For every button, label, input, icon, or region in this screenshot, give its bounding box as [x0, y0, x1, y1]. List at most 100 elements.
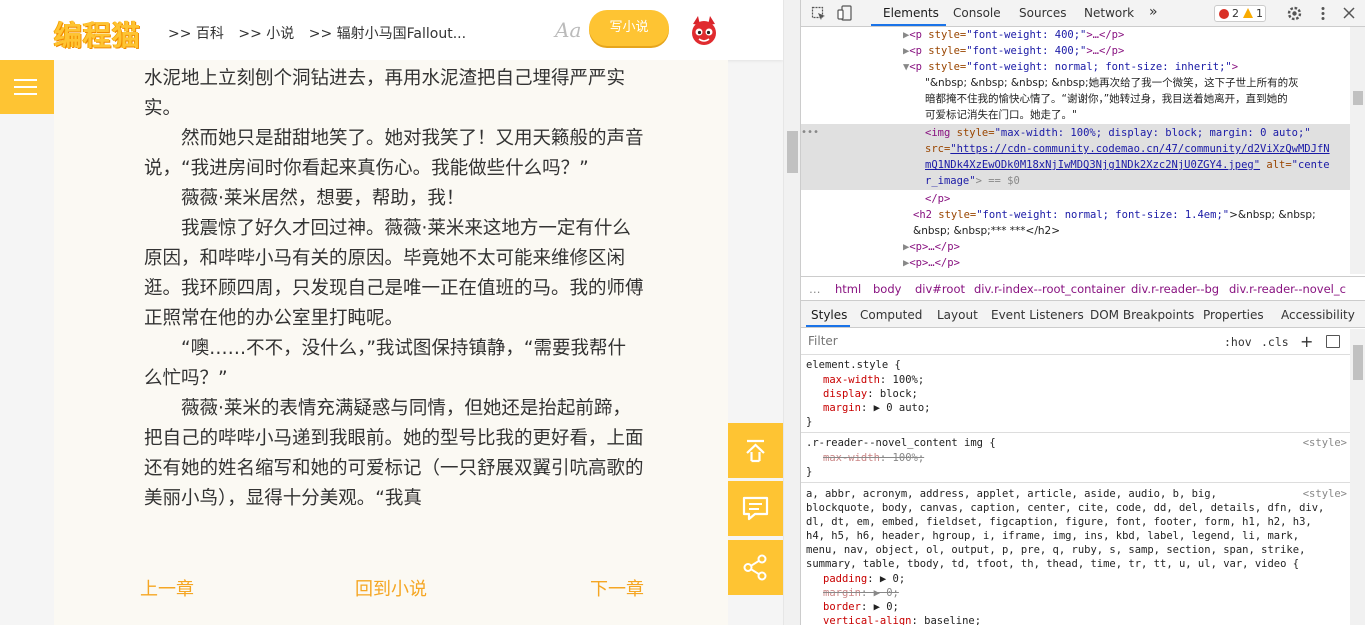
tab-sources[interactable]: Sources — [1019, 6, 1066, 20]
toggle-sidebar-icon[interactable] — [1326, 335, 1340, 348]
write-novel-button[interactable]: 写小说 — [589, 10, 669, 46]
scroll-top-button[interactable] — [728, 423, 783, 478]
rule-source[interactable]: <style> — [1303, 487, 1347, 501]
dom-text-node[interactable]: "&nbsp; &nbsp; &nbsp; &nbsp;她再次给了我一个微笑，这… — [925, 75, 1299, 91]
chapter-menu-button[interactable] — [0, 60, 54, 114]
active-tab-indicator — [871, 24, 946, 26]
style-property-overridden[interactable]: max-width: 100%; — [823, 451, 924, 465]
avatar[interactable] — [685, 12, 723, 50]
style-property[interactable]: vertical-align: baseline; — [823, 614, 981, 625]
dom-crumb[interactable]: html — [835, 282, 861, 296]
dom-crumb[interactable]: div#root — [915, 282, 965, 296]
rule-close: } — [806, 416, 813, 428]
dom-node[interactable]: ▶<p>…</p> — [903, 239, 960, 255]
dom-crumb[interactable]: div.r-reader--bg — [1131, 282, 1219, 296]
font-size-toggle[interactable]: Aa — [555, 18, 581, 42]
dom-text-node[interactable]: 可爱标记消失在门口。她走了。" — [925, 107, 1077, 123]
close-icon[interactable] — [1343, 7, 1355, 19]
style-property[interactable]: padding: ▶ 0; — [823, 572, 905, 586]
dom-node-selected[interactable]: <img style="max-width: 100%; display: bl… — [925, 125, 1311, 141]
tab-console[interactable]: Console — [953, 6, 1001, 20]
subtab-styles[interactable]: Styles — [811, 308, 847, 322]
style-property-overridden[interactable]: margin: ▶ 0; — [823, 586, 899, 600]
breadcrumb-novel[interactable]: >> 小说 — [238, 26, 294, 42]
dom-node[interactable]: ▶<p style="font-weight: 400;">…</p> — [903, 27, 1124, 43]
page-scrollbar[interactable] — [783, 0, 800, 625]
share-button[interactable] — [728, 540, 783, 595]
reader-page: 编程猫 >> 百科 >> 小说 >> 辐射小马国Fallout... Aa 写小… — [0, 0, 783, 625]
rule-selector[interactable]: summary, table, tbody, td, tfoot, th, th… — [806, 557, 1299, 571]
rule-selector[interactable]: dl, dt, em, embed, fieldset, figcaption,… — [806, 515, 1312, 529]
breadcrumb-more-icon[interactable]: … — [809, 282, 821, 296]
dom-text-node[interactable]: &nbsp; &nbsp;*** ***</h2> — [913, 223, 1060, 239]
kebab-menu-icon[interactable] — [1317, 6, 1329, 21]
dom-text-node[interactable]: 暗都掩不住我的愉快心情了。“谢谢你，”她转过身，我目送着她离开，直到她的 — [925, 91, 1288, 107]
rule-selector[interactable]: menu, nav, object, ol, output, p, pre, q… — [806, 543, 1305, 557]
active-subtab-indicator — [806, 325, 850, 327]
tab-elements[interactable]: Elements — [883, 6, 939, 20]
dom-node[interactable]: ▼<p style="font-weight: normal; font-siz… — [903, 59, 1238, 75]
next-chapter-link[interactable]: 下一章 — [590, 575, 644, 601]
subtab-computed[interactable]: Computed — [860, 308, 922, 322]
share-icon — [743, 554, 767, 581]
error-icon — [1219, 9, 1229, 19]
tab-network[interactable]: Network — [1084, 6, 1134, 20]
subtab-event-listeners[interactable]: Event Listeners — [991, 308, 1084, 322]
rule-selector[interactable]: element.style { — [806, 358, 901, 372]
more-tabs-icon[interactable]: » — [1149, 4, 1158, 20]
new-style-rule-button[interactable]: + — [1300, 332, 1313, 351]
dom-breadcrumb: … html body div#root div.r-index--root_c… — [801, 276, 1365, 301]
novel-content: 水泥地上立刻刨个洞钻进去，再用水泥渣把自己埋得严严实实。 然而她只是甜甜地笑了。… — [144, 64, 644, 514]
breadcrumb-current[interactable]: >> 辐射小马国Fallout... — [309, 26, 466, 42]
dom-crumb[interactable]: div.r-index--root_container — [974, 282, 1125, 296]
prev-chapter-link[interactable]: 上一章 — [140, 575, 194, 601]
page-scrollbar-thumb[interactable] — [787, 131, 798, 173]
gear-icon[interactable] — [1286, 5, 1303, 22]
dom-attr-src[interactable]: mQ1NDk4XzEwODk0M18xNjIwMDQ3Njg1NDk2Xzc2N… — [925, 157, 1330, 173]
style-property[interactable]: border: ▶ 0; — [823, 600, 899, 614]
dom-scrollbar[interactable] — [1350, 27, 1365, 274]
inspect-icon[interactable] — [811, 6, 827, 22]
rule-source[interactable]: <style> — [1303, 436, 1347, 450]
subtab-dom-breakpoints[interactable]: DOM Breakpoints — [1090, 308, 1194, 322]
hover-state-toggle[interactable]: :hov — [1224, 335, 1252, 349]
dom-crumb[interactable]: body — [873, 282, 901, 296]
dom-attr-alt[interactable]: r_image"> == $0 — [925, 173, 1020, 189]
error-count: 2 — [1232, 7, 1239, 20]
styles-filter-input[interactable] — [808, 334, 1008, 348]
breadcrumb-wiki[interactable]: >> 百科 — [168, 26, 224, 42]
ellipsis-icon[interactable]: ••• — [801, 125, 819, 141]
avatar-icon — [685, 12, 723, 50]
rule-selector[interactable]: .r-reader--novel_content img { — [806, 436, 996, 450]
device-toggle-icon[interactable] — [837, 5, 853, 22]
dom-scrollbar-thumb[interactable] — [1353, 91, 1363, 105]
style-property[interactable]: max-width: 100%; — [823, 373, 924, 387]
styles-scrollbar[interactable] — [1350, 329, 1365, 625]
subtab-properties[interactable]: Properties — [1203, 308, 1264, 322]
dom-attr-src[interactable]: src="https://cdn-community.codemao.cn/47… — [925, 141, 1330, 157]
novel-reader: 水泥地上立刻刨个洞钻进去，再用水泥渣把自己埋得严严实实。 然而她只是甜甜地笑了。… — [54, 60, 728, 625]
dom-node[interactable]: ▶<p style="font-weight: 400;">…</p> — [903, 43, 1124, 59]
styles-filter-bar: :hov .cls + — [801, 329, 1365, 355]
class-toggle[interactable]: .cls — [1261, 335, 1289, 349]
comment-button[interactable] — [728, 481, 783, 536]
style-property[interactable]: display: block; — [823, 387, 918, 401]
dom-node[interactable]: <h2 style="font-weight: normal; font-siz… — [913, 207, 1316, 223]
styles-scrollbar-thumb[interactable] — [1353, 345, 1363, 380]
devtools-tabbar: Elements Console Sources Network » 2 1 — [801, 0, 1365, 27]
dom-node[interactable]: ▶<p>…</p> — [903, 255, 960, 271]
subtab-layout[interactable]: Layout — [937, 308, 978, 322]
rule-selector[interactable]: blockquote, body, canvas, caption, cente… — [806, 501, 1324, 515]
rule-divider — [801, 432, 1351, 433]
dom-crumb[interactable]: div.r-reader--novel_c — [1229, 282, 1346, 296]
rule-selector[interactable]: h4, h5, h6, header, hgroup, i, iframe, i… — [806, 529, 1299, 543]
subtab-accessibility[interactable]: Accessibility — [1281, 308, 1355, 322]
back-to-novel-link[interactable]: 回到小说 — [355, 575, 427, 601]
issues-counter[interactable]: 2 1 — [1214, 5, 1266, 22]
rule-selector[interactable]: a, abbr, acronym, address, applet, artic… — [806, 487, 1217, 501]
menu-icon-line — [17, 79, 37, 81]
dom-closing-tag[interactable]: </p> — [925, 191, 950, 207]
style-property[interactable]: margin: ▶ 0 auto; — [823, 401, 930, 415]
paragraph: 水泥地上立刻刨个洞钻进去，再用水泥渣把自己埋得严严实实。 — [144, 68, 626, 119]
logo[interactable]: 编程猫 — [54, 14, 141, 54]
